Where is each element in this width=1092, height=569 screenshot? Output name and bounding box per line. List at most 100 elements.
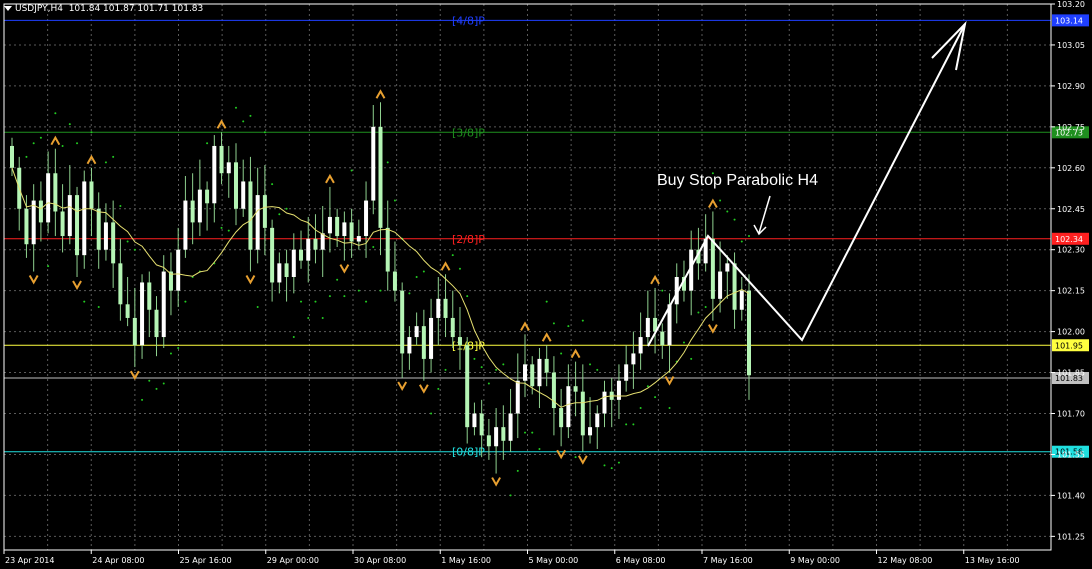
level-label: [4/8]P [452, 14, 485, 27]
candle-body [111, 222, 116, 264]
candle-body [479, 413, 484, 436]
sar-dot [524, 431, 527, 434]
candle-body [631, 353, 636, 365]
candle-body [638, 337, 643, 354]
sar-dot [278, 213, 281, 216]
candle-body [205, 189, 210, 204]
candle-body [147, 282, 152, 310]
sar-dot [32, 142, 35, 145]
y-tick-label: 102.75 [1057, 123, 1085, 132]
sar-dot [625, 423, 628, 426]
sar-dot [495, 368, 498, 371]
candle-body [132, 317, 137, 346]
grid [3, 3, 1051, 550]
sar-dot [690, 357, 693, 360]
sar-dot [379, 289, 382, 292]
candle-body [400, 290, 405, 354]
sar-dot [242, 120, 245, 123]
candle-body [494, 427, 499, 447]
sar-dot [328, 295, 331, 298]
y-tick-label: 102.30 [1057, 246, 1085, 255]
annotation-text: Buy Stop Parabolic H4 [657, 172, 818, 189]
candle-body [472, 413, 477, 428]
arrow-head-icon [931, 20, 967, 71]
sar-dot [177, 346, 180, 349]
price-chart[interactable]: [4/8]P103.14[3/8]P102.73[2/8]P102.34[1/8… [0, 0, 1092, 569]
candle-body [725, 263, 730, 272]
candle-body [580, 391, 585, 436]
candle-body [501, 427, 506, 441]
sar-dot [206, 142, 209, 145]
sar-dot [169, 352, 172, 355]
candle-body [96, 208, 101, 250]
fractal-up-icon [541, 332, 552, 342]
candle-body [436, 298, 441, 318]
sar-dot [422, 270, 425, 273]
sar-dot [516, 469, 519, 472]
fractal-down-icon [72, 280, 82, 291]
candle-body [624, 364, 629, 381]
price-tag-label: 101.95 [1055, 341, 1083, 350]
sar-dot [552, 322, 555, 325]
candle-body [299, 249, 304, 261]
candle-body [515, 380, 520, 414]
y-tick-label: 103.05 [1057, 41, 1085, 50]
sar-dot [83, 300, 86, 303]
candle-body [190, 200, 195, 223]
murrey-math-levels: [4/8]P103.14[3/8]P102.73[2/8]P102.34[1/8… [4, 14, 1089, 459]
sar-dot [249, 114, 252, 117]
fractal-down-icon [577, 455, 588, 465]
candle-body [660, 331, 665, 346]
sar-dot [726, 210, 729, 213]
candle-body [429, 317, 434, 359]
candle-body [747, 290, 751, 376]
x-tick-label: 12 May 08:00 [878, 556, 933, 565]
candle-body [371, 126, 376, 201]
sar-dot [603, 464, 606, 467]
y-tick-label: 101.85 [1057, 369, 1085, 378]
candle-body [595, 413, 600, 428]
sar-dot [733, 218, 736, 221]
sar-dot [682, 341, 685, 344]
fractal-down-icon [418, 384, 429, 394]
sar-dot [162, 382, 165, 385]
sar-dot [133, 248, 136, 251]
sar-dot [473, 357, 476, 360]
fractal-up-icon [216, 119, 227, 129]
candle-body [450, 317, 455, 338]
candle-body [248, 181, 253, 250]
candle-body [140, 282, 145, 346]
sar-dot [300, 300, 303, 303]
sar-dot [227, 229, 230, 232]
level-label: [3/8]P [452, 126, 485, 139]
candle-body [103, 222, 108, 250]
y-tick-label: 102.15 [1057, 287, 1085, 296]
sar-dot [357, 289, 360, 292]
candle-body [277, 263, 282, 283]
sar-dot [90, 131, 93, 134]
sar-dot [560, 352, 563, 355]
level-label: [2/8]P [452, 233, 485, 246]
candle-body [46, 173, 51, 223]
sar-dot [502, 363, 505, 366]
fractal-up-icon [375, 89, 386, 99]
sar-dot [263, 131, 266, 134]
sar-dot [220, 226, 223, 229]
y-tick-label: 101.55 [1057, 450, 1085, 459]
chart-header: USDJPY,H4 101.84 101.87 101.71 101.83 [4, 4, 203, 14]
candle-body [24, 208, 29, 245]
price-tag-label: 102.34 [1055, 235, 1083, 244]
fractal-down-icon [28, 275, 39, 285]
candle-body [82, 181, 87, 256]
dropdown-triangle-icon[interactable] [4, 6, 12, 11]
sar-dot [704, 306, 707, 309]
candlesticks [10, 102, 751, 474]
candle-body [616, 380, 621, 400]
fractal-down-icon [245, 275, 256, 285]
candle-body [739, 290, 744, 310]
sar-dot [155, 387, 158, 390]
sar-dot [386, 161, 389, 164]
y-tick-label: 101.40 [1057, 491, 1085, 500]
candle-body [10, 145, 14, 168]
sar-dot [646, 385, 649, 388]
